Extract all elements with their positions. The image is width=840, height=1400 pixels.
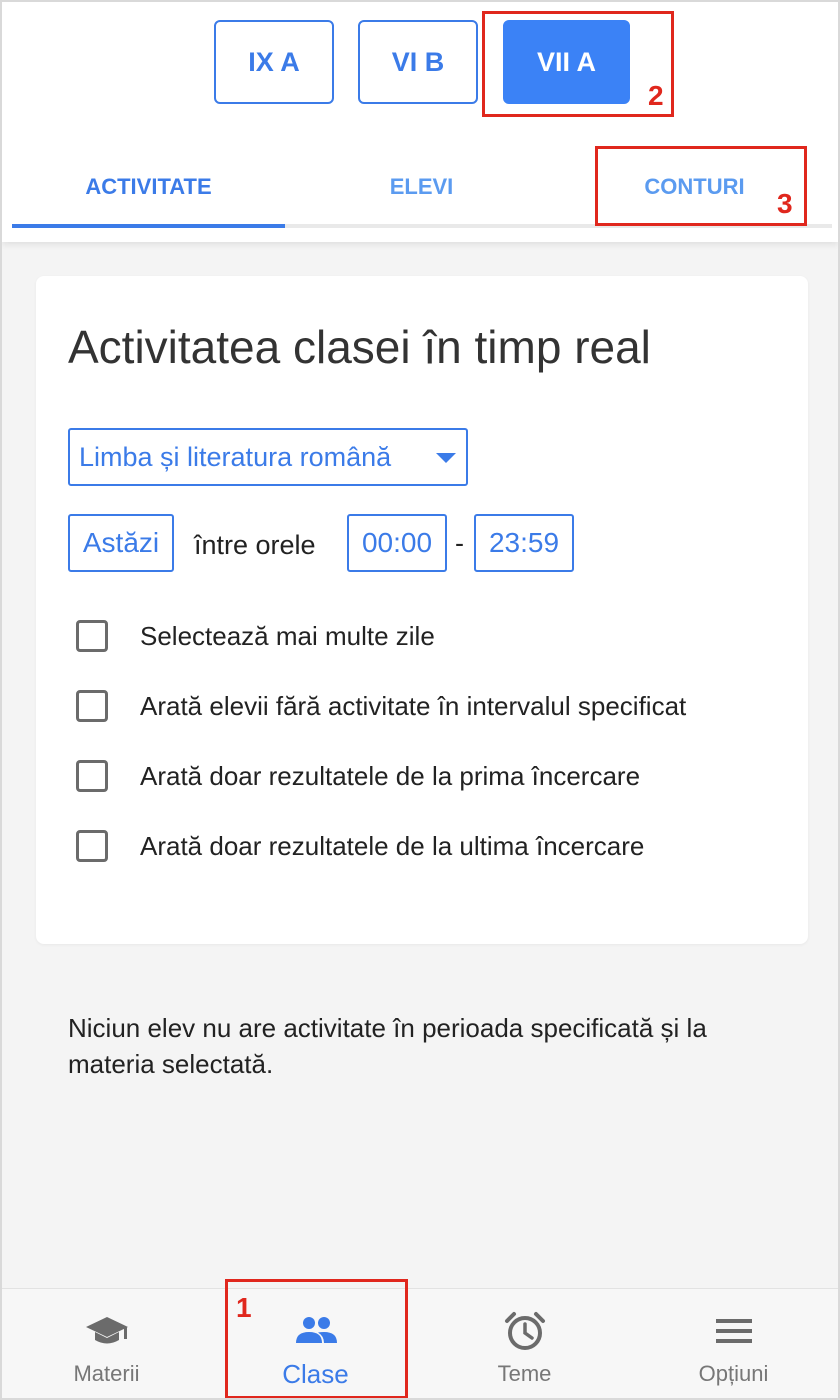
checkbox[interactable]	[76, 830, 108, 862]
empty-state-message: Niciun elev nu are activitate în perioad…	[68, 1013, 707, 1079]
option-label: Selectează mai multe zile	[140, 621, 435, 651]
option-last-attempt[interactable]: Arată doar rezultatele de la ultima înce…	[76, 829, 644, 863]
option-label: Arată elevii fără activitate în interval…	[140, 691, 687, 721]
option-multiple-days[interactable]: Selectează mai multe zile	[76, 619, 435, 653]
activity-card: Activitatea clasei în timp real Limba și…	[36, 276, 808, 944]
time-from-input[interactable]: 00:00	[347, 514, 447, 572]
subject-select-value: Limba și literatura română	[79, 441, 392, 472]
subject-select[interactable]: Limba și literatura română	[68, 428, 468, 486]
annotation-box-2	[482, 11, 674, 117]
nav-item-optiuni[interactable]: Opțiuni	[629, 1289, 838, 1398]
nav-item-teme[interactable]: Teme	[420, 1289, 629, 1398]
annotation-box-3	[595, 146, 807, 226]
time-range-label: între orele	[194, 530, 316, 560]
graduation-cap-icon	[85, 1317, 128, 1344]
option-students-without-activity[interactable]: Arată elevii fără activitate în interval…	[76, 689, 686, 723]
time-to-input[interactable]: 23:59	[474, 514, 574, 572]
nav-label: Teme	[497, 1361, 552, 1386]
checkbox[interactable]	[76, 690, 108, 722]
tab-active-indicator	[12, 224, 285, 228]
option-first-attempt[interactable]: Arată doar rezultatele de la prima încer…	[76, 759, 640, 793]
menu-icon	[715, 1319, 752, 1343]
class-button-ix-a[interactable]: IX A	[214, 20, 334, 104]
annotation-box-1	[225, 1279, 408, 1398]
checkbox[interactable]	[76, 760, 108, 792]
option-label: Arată doar rezultatele de la ultima înce…	[140, 831, 645, 861]
annotation-number-3: 3	[777, 188, 793, 219]
nav-item-materii[interactable]: Materii	[2, 1289, 211, 1398]
tab-activitate[interactable]: ACTIVITATE	[12, 152, 285, 222]
option-label: Arată doar rezultatele de la prima încer…	[140, 761, 641, 791]
class-button-vi-b[interactable]: VI B	[358, 20, 478, 104]
bottom-nav: Materii Clase Teme Opțiuni	[2, 1288, 838, 1398]
alarm-clock-icon	[504, 1312, 545, 1350]
checkbox[interactable]	[76, 620, 108, 652]
nav-label: Opțiuni	[698, 1361, 769, 1386]
app-screen: IX A VI B VII A ACTIVITATE ELEVI CONTURI…	[0, 0, 840, 1400]
annotation-number-1: 1	[236, 1292, 252, 1323]
nav-label: Materii	[73, 1361, 140, 1386]
time-separator: -	[455, 528, 464, 558]
card-title: Activitatea clasei în timp real	[68, 321, 651, 373]
annotation-number-2: 2	[648, 80, 664, 111]
date-button[interactable]: Astăzi	[68, 514, 174, 572]
tab-elevi[interactable]: ELEVI	[285, 152, 558, 222]
caret-down-icon	[436, 453, 456, 463]
